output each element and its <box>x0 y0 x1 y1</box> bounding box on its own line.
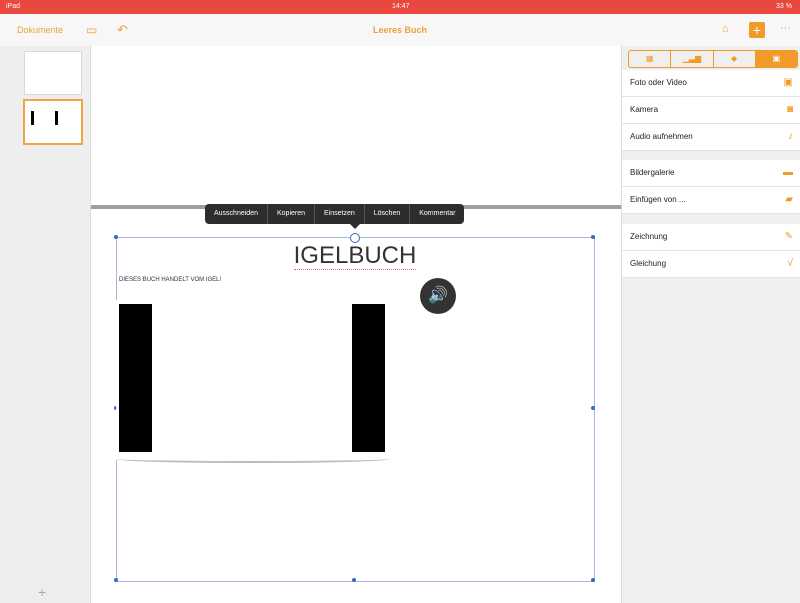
paste-menu-item[interactable]: Einsetzen <box>315 204 365 224</box>
camera-icon: ◙ <box>786 104 793 115</box>
speaker-icon[interactable]: 🔊 <box>420 278 456 314</box>
insert-gallery-label: Bildergalerie <box>630 168 675 177</box>
book-right-bar <box>352 304 385 452</box>
book-image[interactable] <box>116 300 390 460</box>
page-heading[interactable]: IGELBUCH <box>120 242 590 270</box>
insert-equation-label: Gleichung <box>630 259 667 268</box>
page-thumbnail-1[interactable] <box>24 51 82 95</box>
table-icon[interactable]: ▦ <box>629 51 672 67</box>
comment-menu-item[interactable]: Kommentar <box>410 204 464 224</box>
insert-photo-video-label: Foto oder Video <box>630 78 687 87</box>
page-thumbnail-2[interactable] <box>23 99 83 145</box>
delete-menu-item[interactable]: Löschen <box>365 204 411 224</box>
insert-audio[interactable]: Audio aufnehmen ♪ <box>622 124 800 151</box>
folder-icon: ▰ <box>785 194 793 205</box>
device-label: iPad <box>6 3 21 10</box>
add-page-button[interactable]: + <box>38 584 46 600</box>
context-menu: Ausschneiden Kopieren Einsetzen Löschen … <box>205 204 465 224</box>
selection-handle[interactable] <box>591 406 595 410</box>
book-shadow <box>116 455 390 463</box>
toolbar: Dokumente ▭ ↶ Leeres Buch ⌂ + ··· <box>0 14 800 47</box>
insert-from-label: Einfügen von ... <box>630 195 686 204</box>
selection-handle[interactable] <box>352 578 356 582</box>
selection-handle[interactable] <box>591 235 595 239</box>
selection-handle[interactable] <box>114 235 118 239</box>
insert-camera-label: Kamera <box>630 105 659 114</box>
cut-menu-item[interactable]: Ausschneiden <box>205 204 268 224</box>
insert-from[interactable]: Einfügen von ... ▰ <box>622 187 800 214</box>
chart-icon[interactable]: ▁▃▆ <box>671 51 714 67</box>
insert-audio-label: Audio aufnehmen <box>630 132 693 141</box>
drawing-icon: ✎ <box>784 231 793 242</box>
book-left-bar <box>119 304 152 452</box>
insert-photo-video[interactable]: Foto oder Video ▣ <box>622 70 800 97</box>
battery-label: 33 % <box>776 3 792 10</box>
insert-equation[interactable]: Gleichung √ <box>622 251 800 278</box>
document-title: Leeres Buch <box>372 25 428 35</box>
photo-icon: ▣ <box>783 77 793 88</box>
insert-panel: ▦ ▁▃▆ ◆ ▣ Foto oder Video ▣ Kamera ◙ Aud… <box>621 46 800 603</box>
insert-drawing[interactable]: Zeichnung ✎ <box>622 224 800 251</box>
insert-drawing-label: Zeichnung <box>630 232 668 241</box>
shape-icon[interactable]: ◆ <box>714 51 756 67</box>
media-icon[interactable]: ▣ <box>755 51 797 67</box>
insert-gallery[interactable]: Bildergalerie ▬ <box>622 160 800 187</box>
page-thumbnails: + <box>0 46 91 603</box>
copy-menu-item[interactable]: Kopieren <box>268 204 316 224</box>
clock: 14:47 <box>392 3 410 10</box>
selection-handle[interactable] <box>114 578 118 582</box>
selection-handle[interactable] <box>591 578 595 582</box>
insert-tabs: ▦ ▁▃▆ ◆ ▣ <box>628 50 798 68</box>
microphone-icon: ♪ <box>788 131 793 142</box>
gallery-icon: ▬ <box>783 167 793 178</box>
page-1-canvas[interactable] <box>91 46 621 206</box>
status-bar: iPad 14:47 33 % <box>0 0 800 14</box>
brush-icon[interactable]: ⌂ <box>722 23 729 35</box>
page-subtext[interactable]: DIESES BUCH HANDELT VOM IGEL! <box>119 277 221 283</box>
heading-text: IGELBUCH <box>293 242 417 270</box>
context-menu-arrow <box>350 224 360 229</box>
insert-button[interactable]: + <box>749 22 765 38</box>
equation-icon: √ <box>787 258 794 269</box>
insert-camera[interactable]: Kamera ◙ <box>622 97 800 124</box>
more-button[interactable]: ··· <box>780 22 791 34</box>
